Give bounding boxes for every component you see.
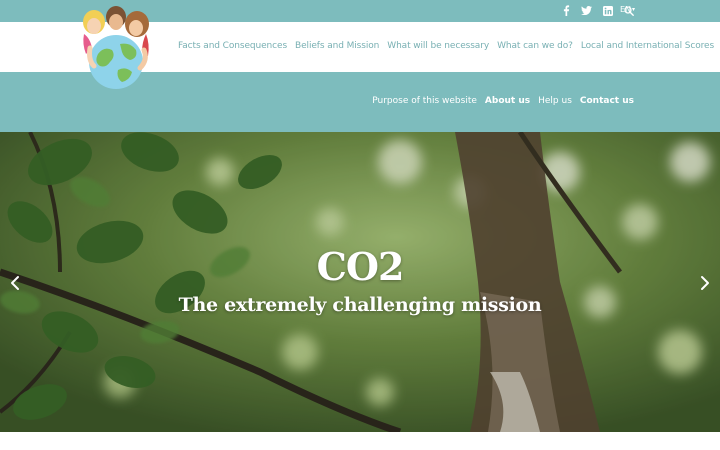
slider-prev-button[interactable]: [6, 272, 24, 294]
site-logo[interactable]: [80, 4, 154, 90]
slider-next-button[interactable]: [696, 272, 714, 294]
hero-slider: CO2 The extremely challenging mission: [0, 132, 720, 432]
nav-item-beliefs-and-mission[interactable]: Beliefs and Mission: [295, 41, 379, 51]
chevron-left-icon: [11, 276, 19, 290]
hero-title: CO2: [316, 244, 405, 289]
twitter-icon[interactable]: [580, 4, 593, 17]
facebook-icon[interactable]: [559, 4, 572, 17]
nav-item-local-and-international-scores[interactable]: Local and International Scores: [581, 41, 714, 51]
chevron-down-icon: ▾: [632, 6, 636, 13]
nav-item-what-will-be-necessary[interactable]: What will be necessary: [387, 41, 489, 51]
language-selector[interactable]: EN ▾: [620, 5, 635, 14]
nav-item-about-us[interactable]: About us: [485, 96, 530, 106]
language-current: EN: [620, 5, 632, 14]
nav-item-help-us[interactable]: Help us: [538, 96, 572, 106]
nav-item-what-can-we-do[interactable]: What can we do?: [497, 41, 573, 51]
nav-item-facts-and-consequences[interactable]: Facts and Consequences: [178, 41, 287, 51]
nav-item-contact-us[interactable]: Contact us: [580, 96, 634, 106]
nav-item-purpose[interactable]: Purpose of this website: [372, 96, 477, 106]
linkedin-icon[interactable]: [601, 4, 614, 17]
chevron-right-icon: [701, 276, 709, 290]
hero-subtitle: The extremely challenging mission: [178, 294, 542, 316]
